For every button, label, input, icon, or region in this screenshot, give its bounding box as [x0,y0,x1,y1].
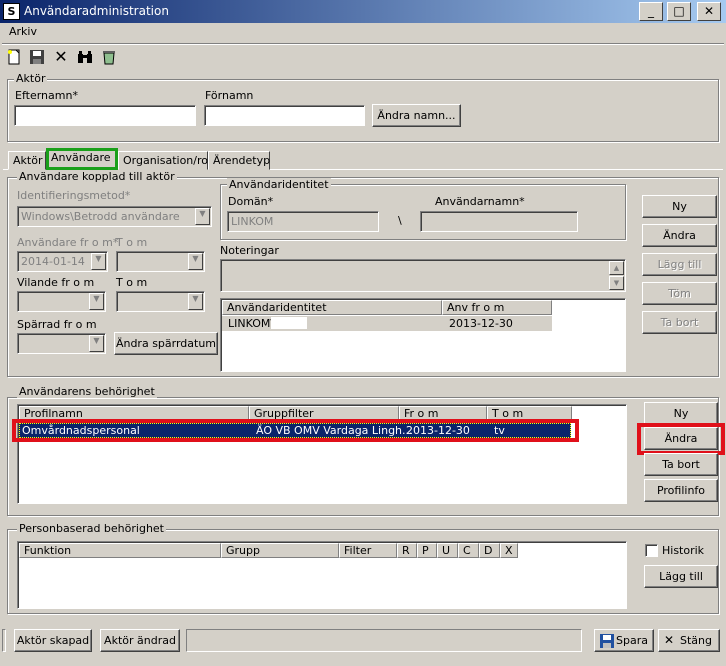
spara-label: Spara [616,634,648,647]
list-header-d[interactable]: D [479,543,500,558]
binoculars-icon[interactable] [74,46,96,68]
chevron-down-icon: ▼ [91,253,106,270]
noteringar-textarea[interactable]: ▲ ▼ [220,259,626,292]
historik-checkbox[interactable] [645,544,658,557]
chevron-down-icon: ▼ [89,335,104,352]
minimize-button[interactable]: _ [639,2,663,21]
new-doc-icon[interactable] [3,46,25,68]
vilande-tom-label: T o m [116,276,148,289]
noteringar-label: Noteringar [220,244,279,257]
anv-from-label: Användare fr o m* [17,236,119,249]
chevron-down-icon: ▼ [188,253,203,270]
close-icon: ✕ [664,633,675,647]
behorighet-ta-bort-button[interactable]: Ta bort [644,453,718,476]
domain-separator: \ [398,214,402,227]
person-lagg-till-button[interactable]: Lägg till [644,565,718,588]
save-icon[interactable] [26,46,48,68]
sparrad-select[interactable]: ▼ [17,333,106,354]
aktor-group-title: Aktör [14,72,48,85]
historik-label: Historik [662,544,705,557]
ny-button[interactable]: Ny [642,195,717,218]
redacted-block [271,317,307,329]
anvandare-group-title: Användare kopplad till aktör [17,170,177,183]
doman-input[interactable]: LINKOM [227,211,379,232]
save-icon [600,634,614,648]
identifieringsmetod-value: Windows\Betrodd användare [21,210,180,223]
anv-from-select[interactable]: 2014-01-14 ▼ [17,251,108,272]
identifieringsmetod-select[interactable]: Windows\Betrodd användare ▼ [17,206,212,227]
anv-tom-select[interactable]: ▼ [116,251,205,272]
list-header-r[interactable]: R [397,543,417,558]
window-title: Användaradministration [24,4,169,18]
stang-label: Stäng [680,634,712,647]
status-grip [2,629,6,652]
status-panel [186,629,582,652]
chevron-down-icon: ▼ [89,293,104,310]
doman-label: Domän* [228,195,274,208]
tom-button[interactable]: Töm [642,282,717,305]
list-header-grupp[interactable]: Grupp [221,543,339,558]
sparrad-label: Spärrad fr o m [17,318,97,331]
anv-tom-label: T o m [116,236,148,249]
scroll-down-icon[interactable]: ▼ [609,276,624,290]
identifieringsmetod-label: Identifieringsmetod* [17,189,131,202]
list-header-anv-from[interactable]: Anv fr o m [442,300,552,315]
tab-aktor[interactable]: Aktör [8,151,46,170]
red-highlight-row [12,419,579,442]
row-anv-from: 2013-12-30 [449,317,513,330]
efternamn-label: Efternamn* [15,89,78,102]
list-header-filter[interactable]: Filter [339,543,397,558]
aktor-skapad-button[interactable]: Aktör skapad [14,629,92,652]
menu-arkiv[interactable]: Arkiv [9,25,37,38]
vilande-from-label: Vilande fr o m [17,276,95,289]
red-highlight-button [637,423,725,455]
andra-sparrdatum-button[interactable]: Ändra spärrdatum [114,332,218,355]
green-highlight [46,148,118,170]
list-header-p[interactable]: P [417,543,437,558]
scroll-up-icon[interactable]: ▲ [609,261,624,275]
recycle-icon[interactable] [98,46,120,68]
efternamn-input[interactable] [14,105,196,126]
row-identitet: LINKOM\ [228,317,275,330]
aktor-andrad-button[interactable]: Aktör ändrad [100,629,180,652]
fornamn-input[interactable] [204,105,365,126]
table-row[interactable]: LINKOM\ 2013-12-30 [222,316,552,331]
profilinfo-button[interactable]: Profilinfo [644,479,718,502]
list-header-identitet[interactable]: Användaridentitet [222,300,442,315]
list-header-funktion[interactable]: Funktion [19,543,221,558]
maximize-button[interactable]: □ [667,2,691,21]
list-header-x[interactable]: X [500,543,518,558]
vilande-from-select[interactable]: ▼ [17,291,106,312]
anvandarnamn-input[interactable] [420,211,578,232]
list-header-u[interactable]: U [437,543,458,558]
spara-button[interactable]: Spara [594,629,654,652]
lagg-till-button[interactable]: Lägg till [642,253,717,276]
list-header-c[interactable]: C [458,543,479,558]
app-icon: S [3,3,20,20]
identitet-group-title: Användaridentitet [227,178,331,191]
behorighet-ny-button[interactable]: Ny [644,402,718,425]
tab-organisation[interactable]: Organisation/roll [118,151,214,170]
chevron-down-icon: ▼ [188,293,203,310]
person-group-title: Personbaserad behörighet [17,522,166,535]
fornamn-label: Förnamn [205,89,254,102]
delete-icon[interactable]: ✕ [50,46,72,68]
chevron-down-icon: ▼ [195,208,210,225]
ta-bort-button[interactable]: Ta bort [642,311,717,334]
andra-namn-button[interactable]: Ändra namn... [372,104,461,127]
anv-from-value: 2014-01-14 [21,255,85,268]
anvandarnamn-label: Användarnamn* [435,195,525,208]
vilande-tom-select[interactable]: ▼ [116,291,205,312]
close-button[interactable]: ✕ [697,2,721,21]
tab-arendetyp[interactable]: Ärendetyp [208,151,270,170]
andra-button[interactable]: Ändra [642,224,717,247]
behorighet-group-title: Användarens behörighet [17,385,157,398]
stang-button[interactable]: ✕ Stäng [658,629,720,652]
